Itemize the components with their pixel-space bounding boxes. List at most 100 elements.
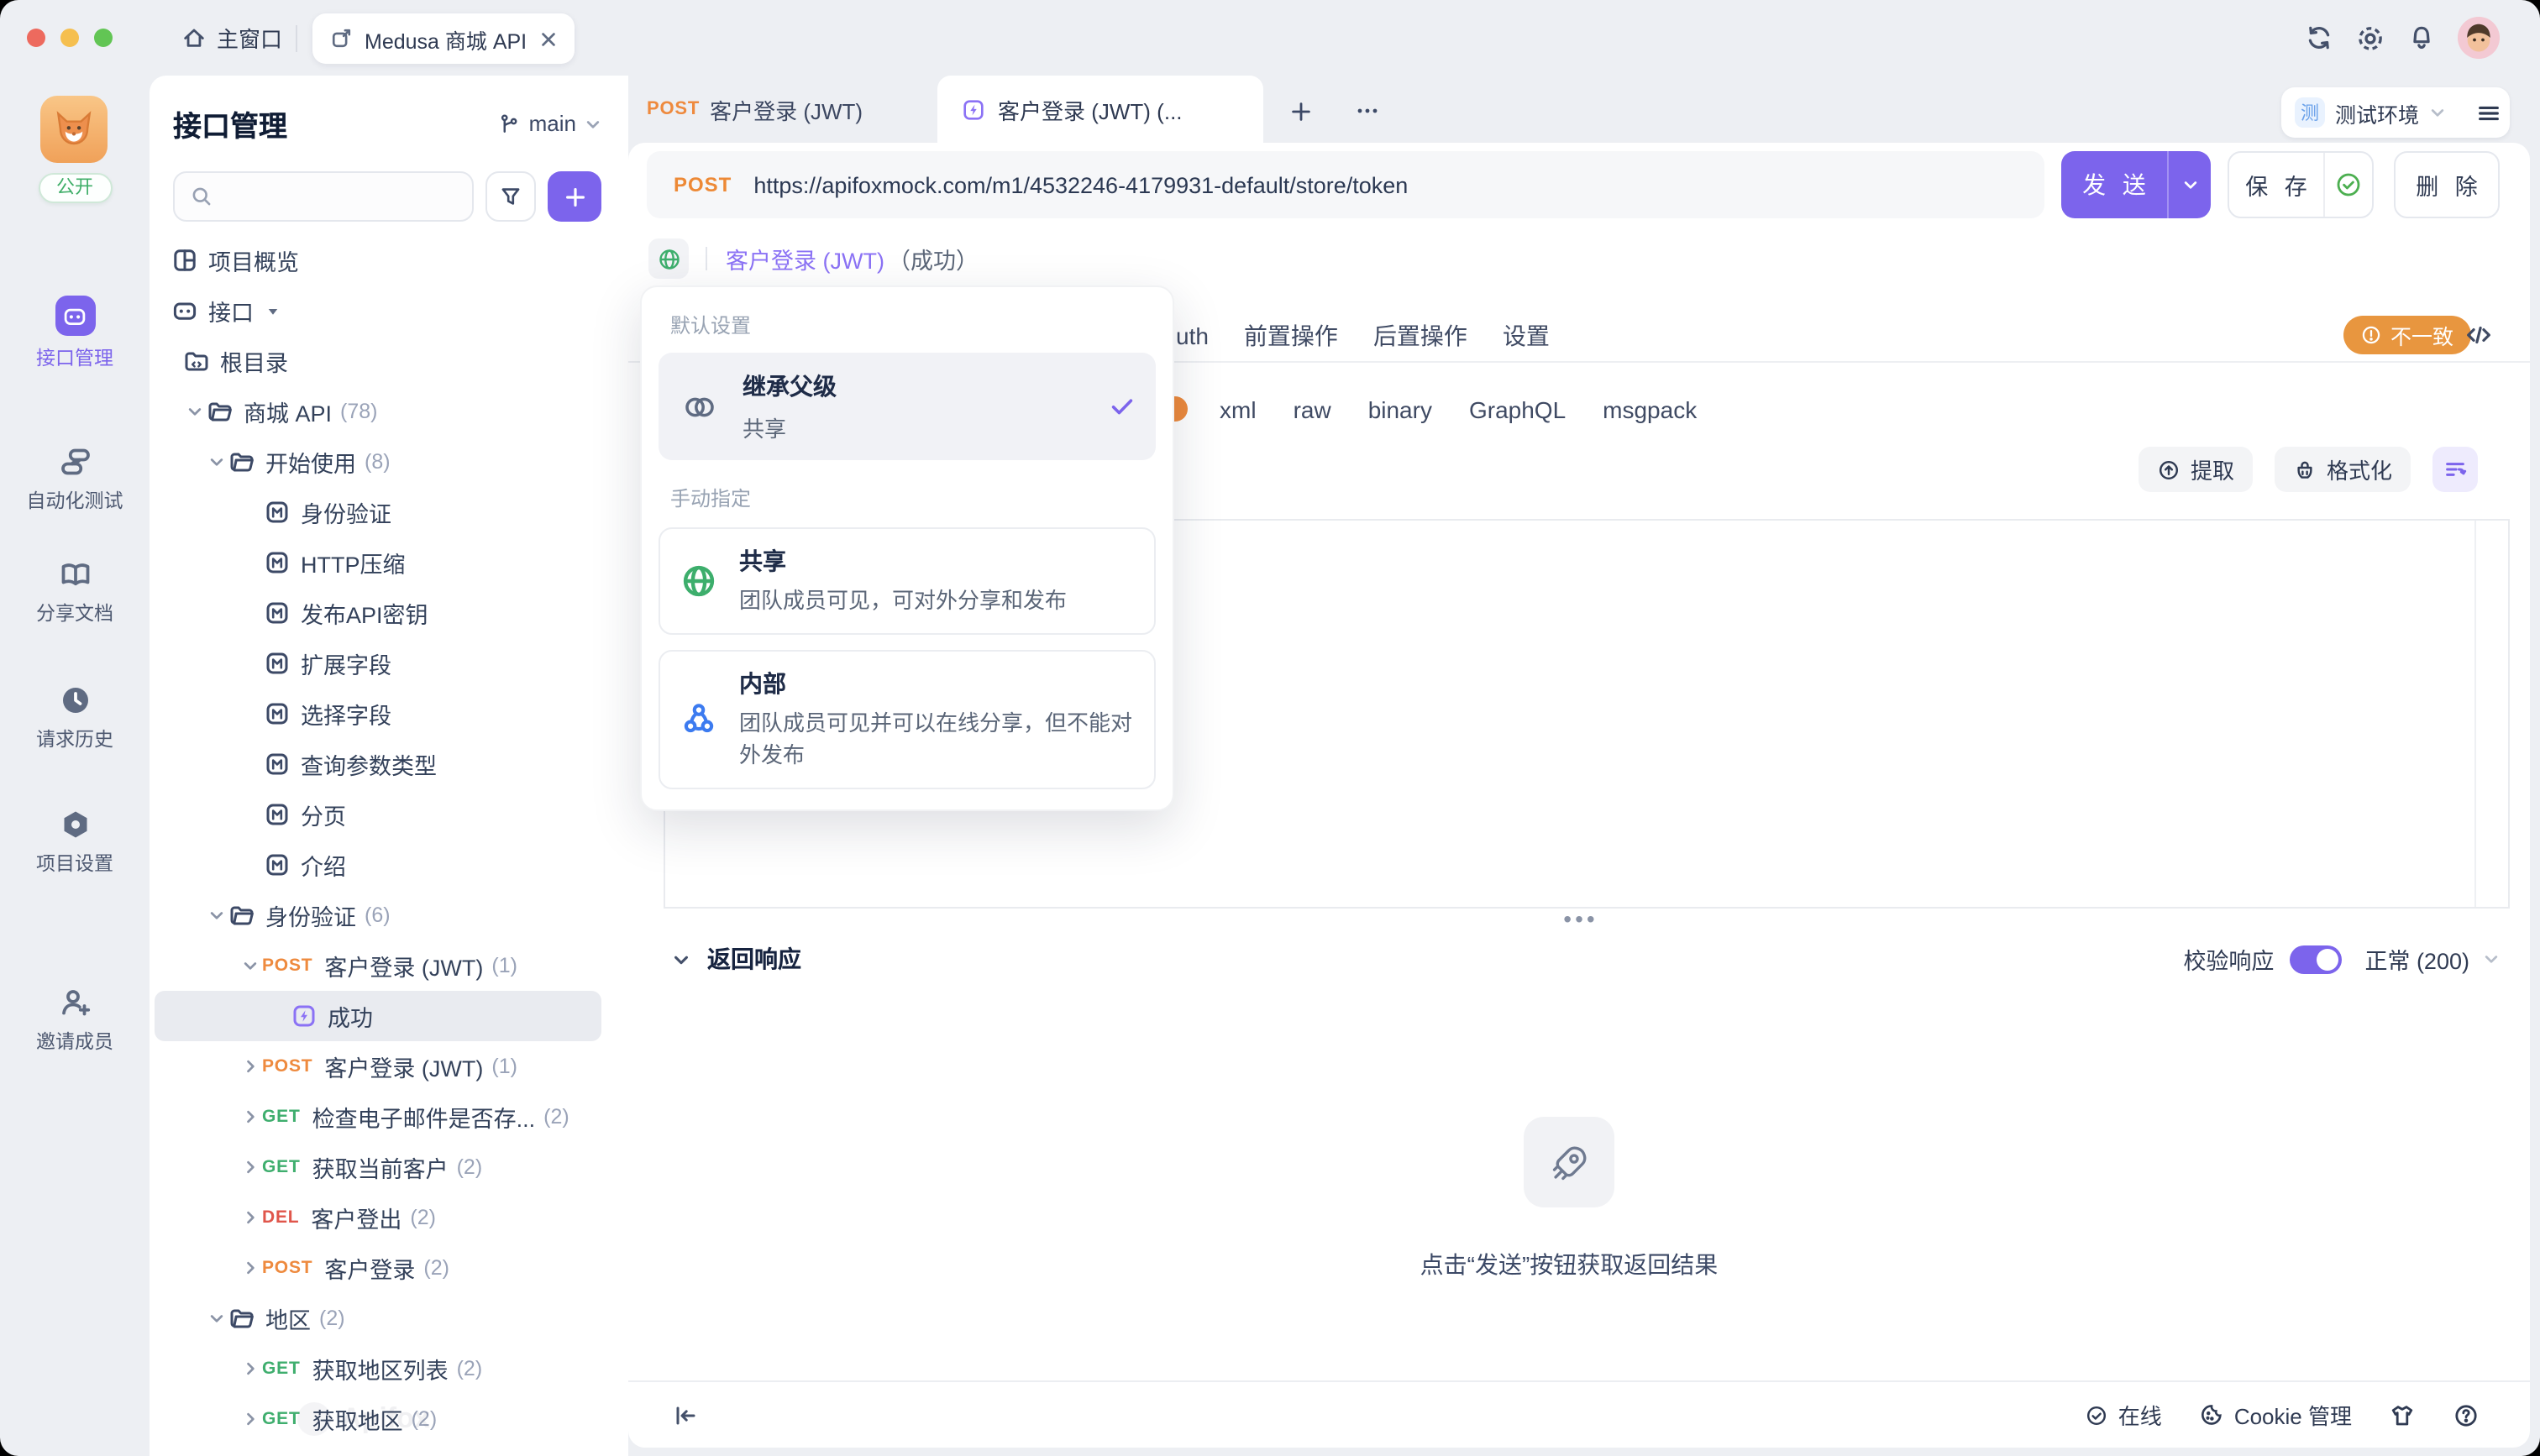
response-status-selector[interactable]: 正常 (200) [2364, 942, 2500, 976]
caret-down-icon[interactable] [265, 303, 281, 318]
popup-option-shared[interactable]: 共享团队成员可见，可对外分享和发布 [659, 527, 1156, 635]
help-icon[interactable] [2453, 1401, 2480, 1428]
new-tab-button[interactable] [1282, 92, 1319, 129]
validate-response-toggle[interactable] [2289, 945, 2341, 973]
popup-option-internal[interactable]: 内部团队成员可见并可以在线分享，但不能对外发布 [659, 650, 1156, 788]
project-tab[interactable]: Medusa 商城 API [312, 13, 574, 64]
add-api-button[interactable] [548, 171, 601, 222]
tree-item-doc[interactable]: 介绍 [155, 840, 601, 890]
tree-item-folder[interactable]: 产品(6) [155, 1444, 601, 1456]
close-window-button[interactable] [27, 29, 45, 47]
config-tab[interactable]: 设置 [1503, 319, 1550, 353]
collapse-sidebar-icon[interactable] [672, 1401, 699, 1428]
chevron-down-icon[interactable] [205, 1310, 228, 1327]
inconsistent-badge[interactable]: 不一致 [2343, 316, 2470, 354]
tree-item-api[interactable]: GET获取当前客户(2) [155, 1142, 601, 1192]
theme-shirt-icon[interactable] [2389, 1401, 2416, 1428]
url-input[interactable]: POST https://apifoxmock.com/m1/4532246-4… [647, 151, 2044, 218]
chevron-down-icon[interactable] [205, 907, 228, 924]
popup-option-inherit[interactable]: 继承父级 共享 [659, 353, 1156, 460]
extract-button[interactable]: 提取 [2139, 447, 2253, 492]
split-drag-handle[interactable]: ••• [1556, 910, 1606, 927]
body-type-option[interactable]: raw [1294, 395, 1331, 422]
tree-item-doc[interactable]: 选择字段 [155, 689, 601, 739]
notifications-bell-icon[interactable] [2407, 24, 2436, 52]
settings-gear-icon[interactable] [2355, 23, 2385, 53]
tree-item-folder[interactable]: 开始使用(8) [155, 437, 601, 487]
tree-item-section[interactable]: 接口 [155, 285, 601, 336]
config-tab[interactable]: 后置操作 [1373, 319, 1467, 353]
tree-item-overview[interactable]: 项目概览 [155, 235, 601, 285]
body-type-option[interactable]: GraphQL [1469, 395, 1566, 422]
body-type-option[interactable]: xml [1220, 395, 1257, 422]
chevron-right-icon[interactable] [239, 1209, 262, 1226]
search-input[interactable] [223, 184, 457, 209]
chevron-right-icon[interactable] [239, 1058, 262, 1075]
auto-format-toggle-button[interactable] [2432, 447, 2478, 492]
rail-item-request-history[interactable]: 请求历史 [0, 683, 150, 752]
doc-tab-inactive[interactable]: POST 客户登录 (JWT) [647, 76, 863, 143]
tree-item-api[interactable]: GET检查电子邮件是否存...(2) [155, 1092, 601, 1142]
tree-item-api[interactable]: POST客户登录 (JWT)(1) [155, 1041, 601, 1092]
body-type-option[interactable]: binary [1368, 395, 1432, 422]
tree-item-doc[interactable]: HTTP压缩 [155, 537, 601, 588]
workspace-avatar[interactable] [40, 96, 108, 163]
tree-item-doc[interactable]: 扩展字段 [155, 638, 601, 689]
chevron-right-icon[interactable] [239, 1108, 262, 1125]
zoom-window-button[interactable] [94, 29, 113, 47]
rail-item-automated-testing[interactable]: 自动化测试 [0, 445, 150, 514]
tree-item-doc[interactable]: 身份验证 [155, 487, 601, 537]
delete-button[interactable]: 删 除 [2394, 151, 2500, 218]
chevron-right-icon[interactable] [239, 1159, 262, 1176]
send-button[interactable]: 发 送 [2061, 151, 2211, 218]
saved-check-icon[interactable] [2323, 153, 2372, 217]
doc-tab-active[interactable]: 客户登录 (JWT) (... [937, 76, 1263, 143]
tree-item-case[interactable]: 成功 [155, 991, 601, 1041]
minimize-window-button[interactable] [60, 29, 79, 47]
filter-button[interactable] [485, 171, 536, 222]
chevron-down-icon[interactable] [183, 403, 207, 420]
tree-item-api[interactable]: GET获取地区(2) [155, 1394, 601, 1444]
tree-item-folder[interactable]: 身份验证(6) [155, 890, 601, 940]
branch-selector[interactable]: main [497, 111, 601, 136]
tree-item-api[interactable]: GET获取地区列表(2) [155, 1343, 601, 1394]
cookie-manager[interactable]: Cookie 管理 [2199, 1399, 2352, 1431]
more-tabs-button[interactable] [1349, 92, 1386, 129]
online-status[interactable]: 在线 [2085, 1399, 2162, 1431]
tree-item-doc[interactable]: 发布API密钥 [155, 588, 601, 638]
format-button[interactable]: 格式化 [2275, 447, 2411, 492]
tree-item-label: 产品 [265, 1453, 311, 1456]
chevron-down-icon[interactable] [239, 957, 262, 974]
tree-item-folder[interactable]: 商城 API(78) [155, 386, 601, 437]
collapse-chevron-icon[interactable] [672, 950, 690, 968]
environment-dropdown[interactable]: 测 测试环境 [2281, 97, 2459, 128]
rail-item-share-docs[interactable]: 分享文档 [0, 558, 150, 626]
visibility-globe-icon[interactable] [648, 238, 689, 279]
doc-link[interactable]: 客户登录 (JWT) [726, 242, 884, 275]
chevron-right-icon[interactable] [239, 1411, 262, 1427]
rail-item-api-management[interactable]: 接口管理 [0, 296, 150, 371]
tree-item-root[interactable]: 根目录 [155, 336, 601, 386]
tree-item-doc[interactable]: 分页 [155, 789, 601, 840]
close-tab-icon[interactable] [538, 29, 557, 48]
main-window-tab[interactable]: 主窗口 [181, 22, 282, 54]
rail-item-project-settings[interactable]: 项目设置 [0, 808, 150, 877]
chevron-right-icon[interactable] [239, 1360, 262, 1377]
rail-item-invite-members[interactable]: 邀请成员 [0, 986, 150, 1055]
config-tab[interactable]: uth [1176, 322, 1209, 349]
tree-item-api[interactable]: POST客户登录 (JWT)(1) [155, 940, 601, 991]
tree-item-folder[interactable]: 地区(2) [155, 1293, 601, 1343]
config-tab[interactable]: 前置操作 [1244, 319, 1338, 353]
chevron-down-icon[interactable] [205, 453, 228, 470]
environment-menu-button[interactable] [2459, 100, 2516, 125]
send-options-chevron-icon[interactable] [2167, 151, 2211, 218]
user-avatar[interactable] [2458, 17, 2500, 59]
save-button[interactable]: 保 存 [2228, 151, 2374, 218]
chevron-right-icon[interactable] [239, 1260, 262, 1276]
refresh-icon[interactable] [2305, 24, 2333, 52]
tree-item-doc[interactable]: 查询参数类型 [155, 739, 601, 789]
body-type-option[interactable]: msgpack [1603, 395, 1697, 422]
tree-item-api[interactable]: DEL客户登出(2) [155, 1192, 601, 1243]
code-view-icon[interactable] [2464, 321, 2493, 349]
tree-item-api[interactable]: POST客户登录(2) [155, 1243, 601, 1293]
